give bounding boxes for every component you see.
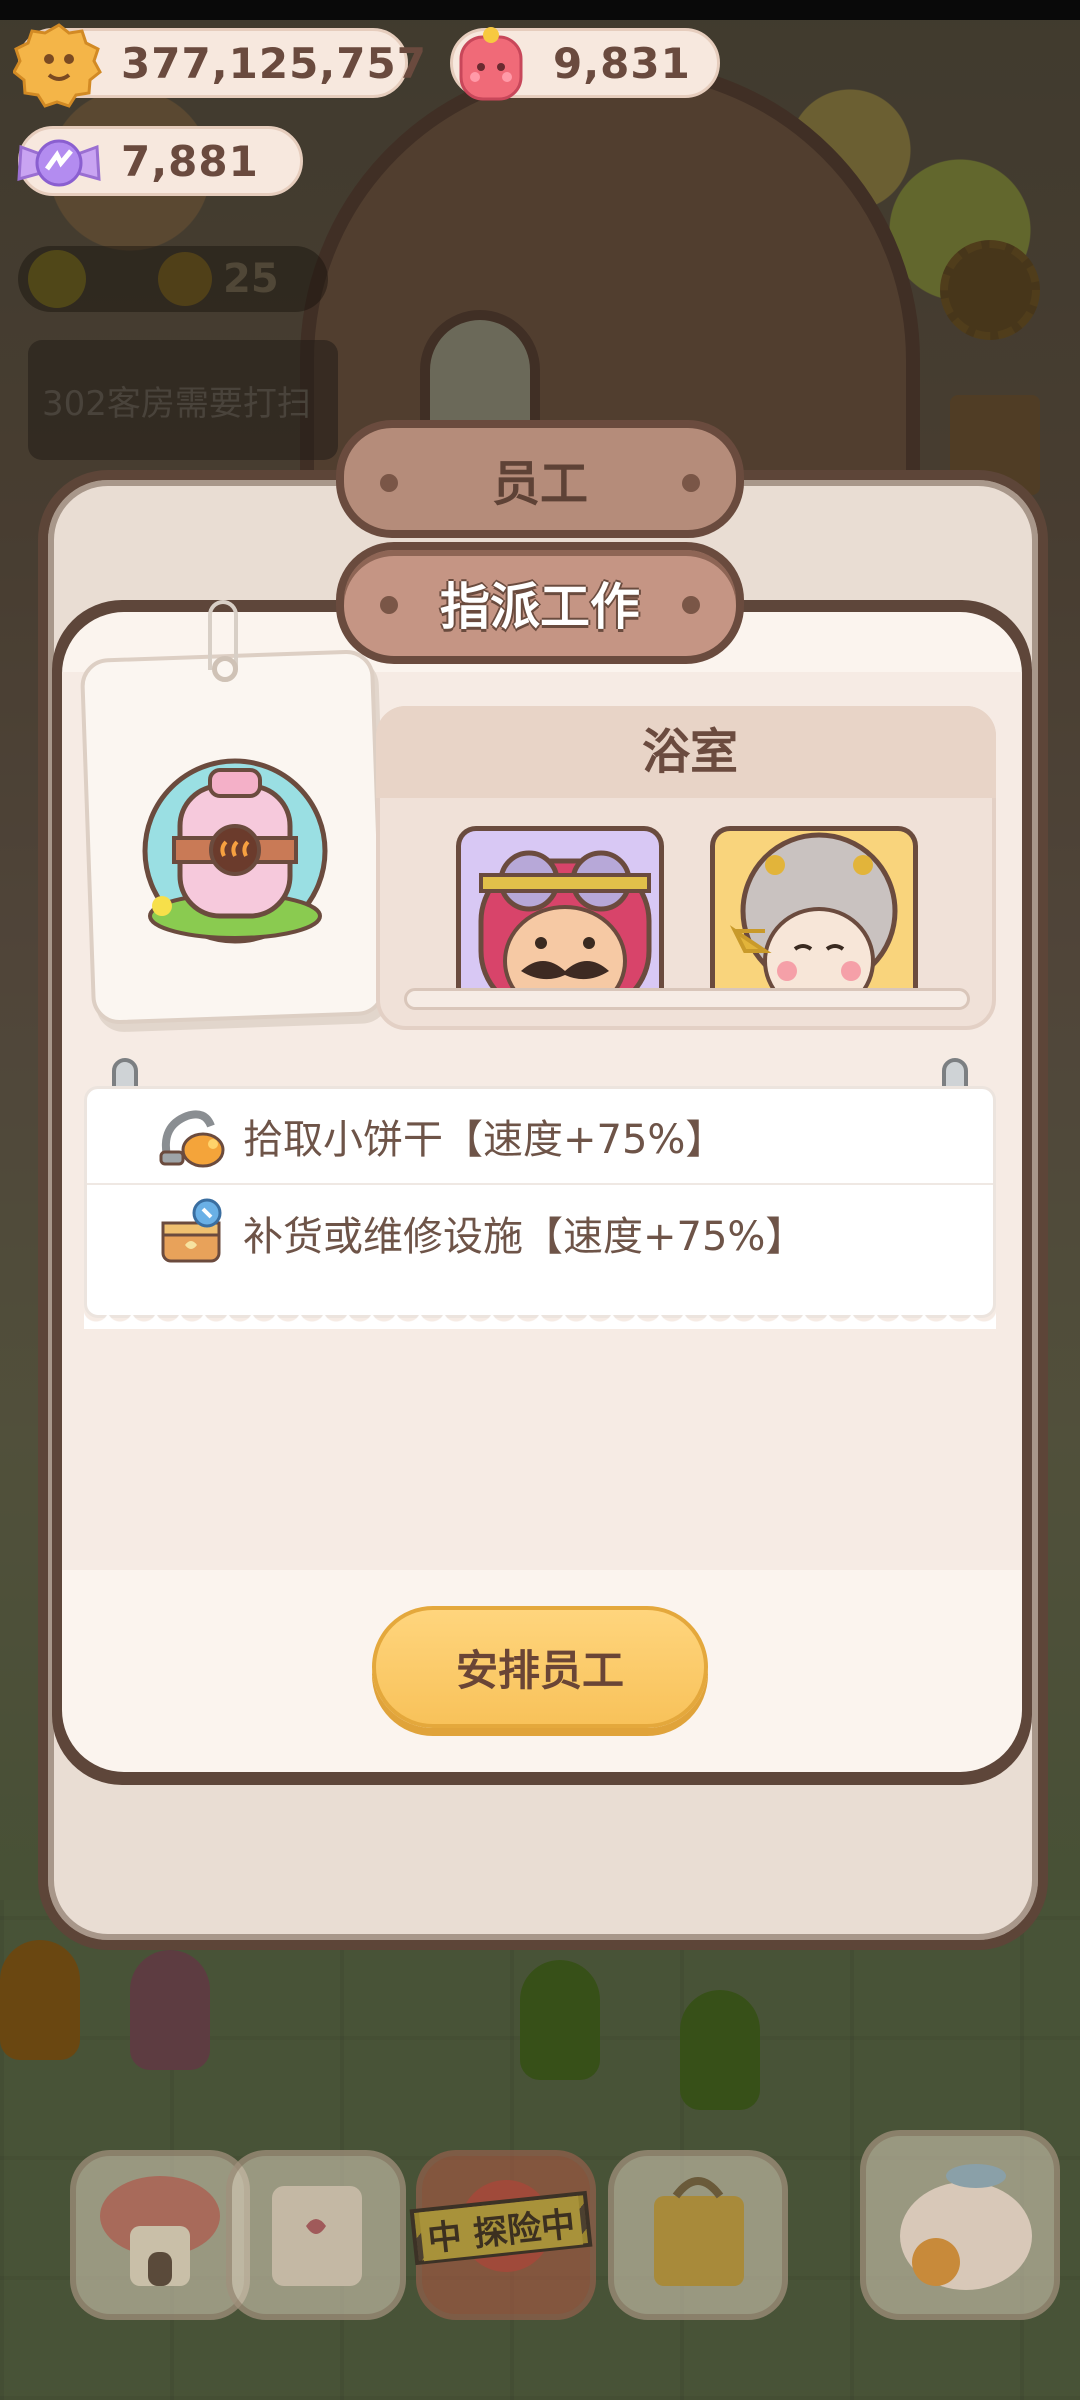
vacuum-icon	[159, 1110, 225, 1168]
pet-seal-icon	[900, 2164, 1032, 2290]
task-list: 拾取小饼干【速度+75%】 补货或维修设施【速度+75%】	[84, 1086, 996, 1329]
tab-assign-work[interactable]: 指派工作	[336, 542, 744, 664]
arrange-staff-button[interactable]: 安排员工	[372, 1606, 708, 1728]
mushroom-house-icon	[100, 2176, 220, 2286]
task-row: 拾取小饼干【速度+75%】	[87, 1089, 993, 1185]
tag-hole	[212, 656, 238, 682]
room-name: 浴室	[641, 724, 738, 780]
nav-notebook-button[interactable]	[226, 2150, 406, 2320]
staff-card-judge[interactable]	[710, 826, 918, 1000]
staff-slot-rail	[404, 988, 970, 1010]
cookie-currency[interactable]: 377,125,757	[13, 23, 426, 108]
nav-pet-button[interactable]	[860, 2130, 1060, 2320]
cookie-icon	[13, 23, 102, 108]
task-text: 拾取小饼干【速度+75%】	[243, 1117, 726, 1163]
tab-staff[interactable]: 员工	[336, 420, 744, 538]
pilot-portrait-icon	[478, 850, 652, 1000]
nav-shop-button[interactable]	[608, 2150, 788, 2320]
shopping-bag-icon	[654, 2177, 744, 2286]
nav-home-button[interactable]	[70, 2150, 250, 2320]
candy-currency[interactable]: 7,881	[17, 126, 303, 196]
judge-portrait-icon	[729, 832, 898, 1000]
gem-currency[interactable]: 9,831	[450, 27, 720, 101]
task-row: 补货或维修设施【速度+75%】	[87, 1185, 993, 1281]
bathtub-room-icon	[142, 758, 328, 944]
task-text: 补货或维修设施【速度+75%】	[243, 1214, 806, 1260]
wrapped-candy-icon	[17, 139, 101, 187]
toolbox-icon	[161, 1198, 222, 1263]
strawberry-candy-icon	[459, 27, 523, 101]
notebook-icon	[272, 2186, 362, 2286]
staff-card-pilot[interactable]	[456, 826, 664, 1000]
